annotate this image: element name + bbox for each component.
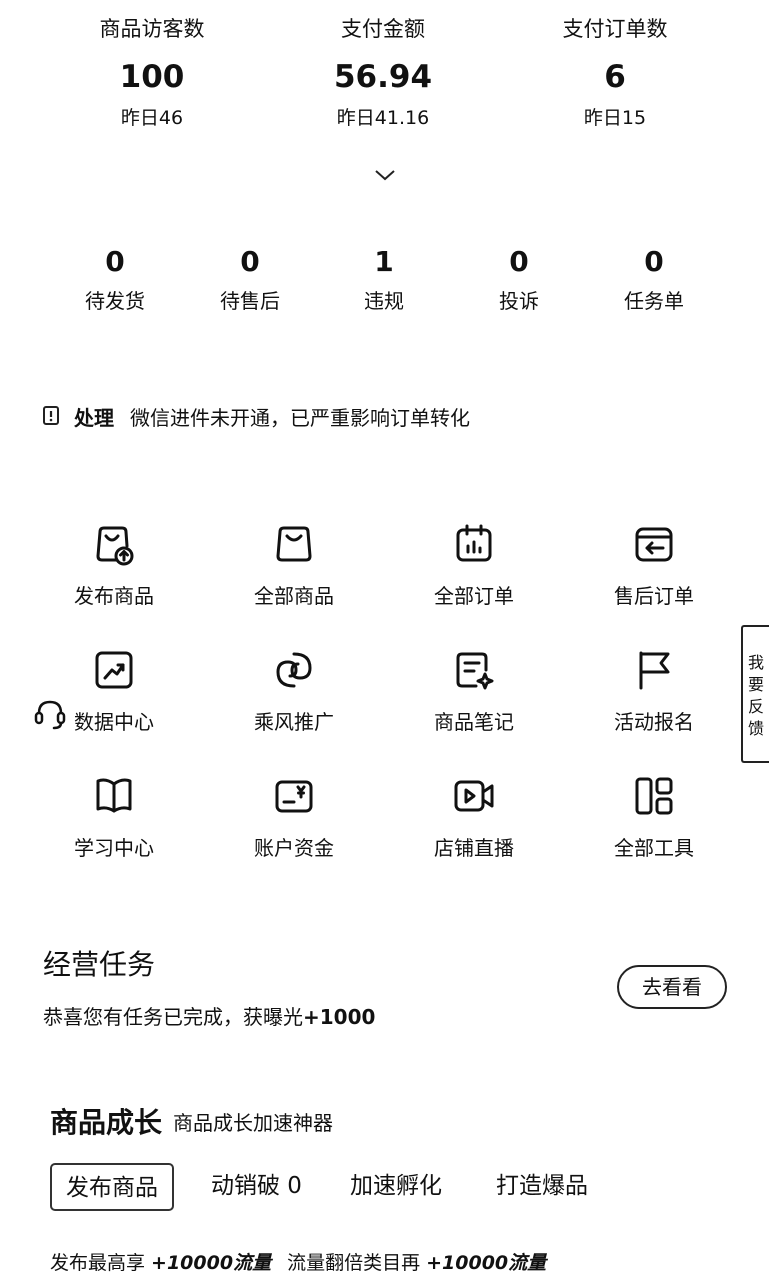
growth-info: 发布最高享 +10000流量 流量翻倍类目再 +10000流量: [50, 1248, 546, 1278]
tasks-desc-bonus: +1000: [303, 1005, 376, 1029]
notice-bar[interactable]: 处理 微信进件未开通，已严重影响订单转化: [42, 401, 470, 431]
tasks-description: 恭喜您有任务已完成，获曝光+1000: [43, 1002, 375, 1032]
stat-value: 100: [119, 59, 185, 95]
go-see-button[interactable]: 去看看: [617, 965, 727, 1009]
counter-label: 投诉: [499, 289, 539, 313]
tool-event-signup[interactable]: 活动报名: [574, 648, 734, 736]
flag-icon: [632, 648, 676, 692]
tool-publish-product[interactable]: 发布商品: [34, 522, 194, 610]
growth-info-bonus: +10000流量: [151, 1252, 272, 1274]
counter-label: 待售后: [220, 289, 280, 313]
return-box-icon: [632, 522, 676, 566]
tool-product-notes[interactable]: 商品笔记: [394, 648, 554, 736]
tool-label: 学习中心: [74, 836, 154, 860]
counter-task-orders[interactable]: 0 任务单: [594, 244, 714, 316]
counter-after-sales[interactable]: 0 待售后: [190, 244, 310, 316]
tool-label: 发布商品: [74, 584, 154, 608]
tool-learning-center[interactable]: 学习中心: [34, 774, 194, 862]
tool-after-sales-orders[interactable]: 售后订单: [574, 522, 734, 610]
stat-label: 支付金额: [341, 17, 425, 41]
counter-value: 1: [374, 245, 394, 278]
growth-tab-hot-product[interactable]: 打造爆品: [496, 1163, 588, 1211]
feedback-char: 要: [747, 675, 764, 694]
video-camera-icon: [452, 774, 496, 818]
swirl-icon: [272, 648, 316, 692]
tool-all-tools[interactable]: 全部工具: [574, 774, 734, 862]
notice-message: 微信进件未开通，已严重影响订单转化: [130, 405, 470, 430]
growth-tab-publish[interactable]: 发布商品: [50, 1163, 174, 1211]
stat-yesterday: 昨日46: [120, 107, 184, 129]
growth-title: 商品成长: [50, 1106, 163, 1139]
grid-tools-icon: [632, 774, 676, 818]
stat-value: 56.94: [333, 59, 433, 95]
customer-service-icon[interactable]: [32, 697, 68, 733]
stat-yesterday: 昨日41.16: [336, 107, 430, 129]
tool-label: 乘风推广: [254, 710, 334, 734]
stat-payment-orders[interactable]: 支付订单数 6 昨日15: [515, 14, 715, 131]
stat-value: 6: [604, 59, 626, 95]
tool-all-products[interactable]: 全部商品: [214, 522, 374, 610]
growth-tab-first-sale[interactable]: 动销破 0: [211, 1163, 302, 1211]
growth-info-bonus: +10000流量: [426, 1252, 547, 1274]
tool-label: 全部商品: [254, 584, 334, 608]
tool-all-orders[interactable]: 全部订单: [394, 522, 554, 610]
tool-label: 售后订单: [614, 584, 694, 608]
tool-label: 全部订单: [434, 584, 514, 608]
stat-label: 商品访客数: [99, 17, 205, 41]
tool-account-funds[interactable]: 账户资金: [214, 774, 374, 862]
tool-label: 全部工具: [614, 836, 694, 860]
notice-action[interactable]: 处理: [74, 402, 114, 431]
trend-chart-icon: [92, 648, 136, 692]
note-sparkle-icon: [452, 648, 496, 692]
growth-info-text: 流量翻倍类目再: [287, 1252, 427, 1274]
stat-label: 支付订单数: [562, 17, 668, 41]
counter-violations[interactable]: 1 违规: [324, 244, 444, 316]
tasks-desc-text: 恭喜您有任务已完成，获曝光: [43, 1005, 303, 1029]
growth-info-text: 发布最高享: [50, 1252, 152, 1274]
feedback-char: 我: [747, 653, 764, 672]
counter-value: 0: [105, 245, 125, 278]
order-list-icon: [452, 522, 496, 566]
alert-icon: [42, 405, 62, 427]
growth-subtitle: 商品成长加速神器: [173, 1111, 333, 1135]
counter-value: 0: [240, 245, 260, 278]
wallet-yen-icon: [272, 774, 316, 818]
counter-value: 0: [644, 245, 664, 278]
tool-label: 店铺直播: [434, 836, 514, 860]
counter-label: 违规: [364, 289, 404, 313]
stat-visitors[interactable]: 商品访客数 100 昨日46: [52, 14, 252, 131]
tool-label: 活动报名: [614, 710, 694, 734]
stat-payment-amount[interactable]: 支付金额 56.94 昨日41.16: [283, 14, 483, 131]
book-icon: [92, 774, 136, 818]
counter-label: 待发货: [85, 289, 145, 313]
bag-upload-icon: [92, 522, 136, 566]
feedback-char: 馈: [747, 719, 764, 738]
tool-label: 账户资金: [254, 836, 334, 860]
growth-tab-accelerate[interactable]: 加速孵化: [350, 1163, 442, 1211]
counter-complaints[interactable]: 0 投诉: [459, 244, 579, 316]
feedback-tab[interactable]: 我 要 反 馈: [741, 625, 769, 763]
counter-value: 0: [509, 245, 529, 278]
tool-label: 商品笔记: [434, 710, 514, 734]
stat-yesterday: 昨日15: [583, 107, 647, 129]
counter-label: 任务单: [624, 289, 684, 313]
tasks-title: 经营任务: [43, 948, 156, 981]
counter-to-ship[interactable]: 0 待发货: [55, 244, 175, 316]
tool-store-live[interactable]: 店铺直播: [394, 774, 554, 862]
expand-chevron-icon[interactable]: [374, 168, 396, 182]
bag-icon: [272, 522, 316, 566]
tool-promotion[interactable]: 乘风推广: [214, 648, 374, 736]
feedback-char: 反: [747, 697, 764, 716]
